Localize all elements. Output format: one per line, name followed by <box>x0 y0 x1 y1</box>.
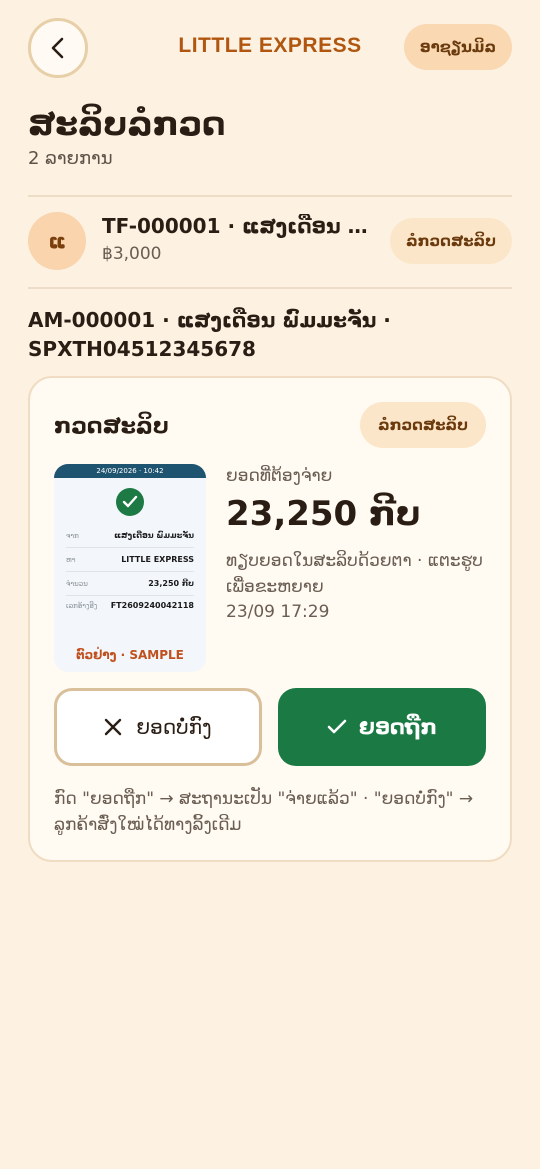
list-item[interactable]: ແ TF-000001 · ແສງເດືອນ ພົມມ... ฿3,000 ລໍ… <box>28 198 512 286</box>
slip-row: ຈຳນວນ 23,250 ກີບ <box>66 574 194 596</box>
slip-row-key: ຫາ <box>66 556 76 564</box>
slip-row: ຈາກ ແສງເດືອນ ພົມມະຈັນ <box>66 526 194 548</box>
slip-sample-label: ຕົວຢ່າງ · SAMPLE <box>76 648 184 662</box>
compare-hint: ທຽບຍອດໃນສະລິບດ້ວຍຕາ · ແຕະຮູບເພື່ອຂະຫຍາຍ <box>226 551 483 597</box>
slip-row-key: ຈຳນວນ <box>66 580 88 588</box>
close-icon <box>105 718 122 736</box>
order-heading: AM-000001 · ແສງເດືອນ ພົມມະຈັນ · SPXTH045… <box>28 308 391 361</box>
slip-row: ຫາ LITTLE EXPRESS <box>66 550 194 572</box>
list-item-title: TF-000001 · ແສງເດືອນ ພົມມ... <box>102 214 382 238</box>
slip-row-value: 23,250 ກີບ <box>148 579 194 588</box>
help-button[interactable]: ອາຊຽນມິລ <box>403 24 512 70</box>
status-badge[interactable]: ລໍກວດສະລິບ <box>360 402 486 448</box>
slip-image[interactable]: 24/09/2026 · 10:42 ຈາກ ແສງເດືອນ ພົມມະຈັນ… <box>54 464 206 672</box>
approve-button-label: ຍອດຖືກ <box>358 715 438 739</box>
review-title: ກວດສະລິບ <box>54 414 169 439</box>
slip-row: ເລກອ້າງອີງ FT2609240042118 <box>66 596 194 618</box>
status-badge[interactable]: ລໍກວດສະລິບ <box>390 218 512 264</box>
reject-button-label: ຍອດບໍ່ກົງ <box>136 715 212 739</box>
slip-row-value: FT2609240042118 <box>110 601 194 610</box>
header: LITTLE EXPRESS ອາຊຽນມິລ <box>28 18 512 78</box>
page-title: ສະລິບລໍກວດ <box>28 104 226 143</box>
avatar: ແ <box>28 212 86 270</box>
item-count: 2 ລາຍການ <box>28 148 113 169</box>
slip-datetime: 24/09/2026 · 10:42 <box>54 464 206 478</box>
check-circle-icon <box>116 488 144 516</box>
list-item-amount: ฿3,000 <box>102 244 162 264</box>
slip-row-value: ແສງເດືອນ ພົມມະຈັນ <box>114 531 194 540</box>
slip-row-value: LITTLE EXPRESS <box>121 555 194 564</box>
due-label: ຍອດທີ່ຕ້ອງຈ່າຍ <box>226 466 333 486</box>
slip-row-key: ເລກອ້າງອີງ <box>66 602 98 610</box>
review-card: ກວດສະລິບ ລໍກວດສະລິບ 24/09/2026 · 10:42 ຈ… <box>28 376 512 862</box>
due-amount: 23,250 ກີບ <box>226 494 421 534</box>
timestamp: 23/09 17:29 <box>226 602 330 622</box>
reject-button[interactable]: ຍອດບໍ່ກົງ <box>54 688 262 766</box>
slip-row-key: ຈາກ <box>66 532 79 540</box>
divider <box>28 195 512 197</box>
check-icon <box>327 719 347 734</box>
footnote: ກົດ "ຍອດຖືກ" → ສະຖານະເປັນ "ຈ່າຍແລ້ວ" · "… <box>54 789 474 835</box>
divider <box>28 287 512 289</box>
approve-button[interactable]: ຍອດຖືກ <box>278 688 486 766</box>
